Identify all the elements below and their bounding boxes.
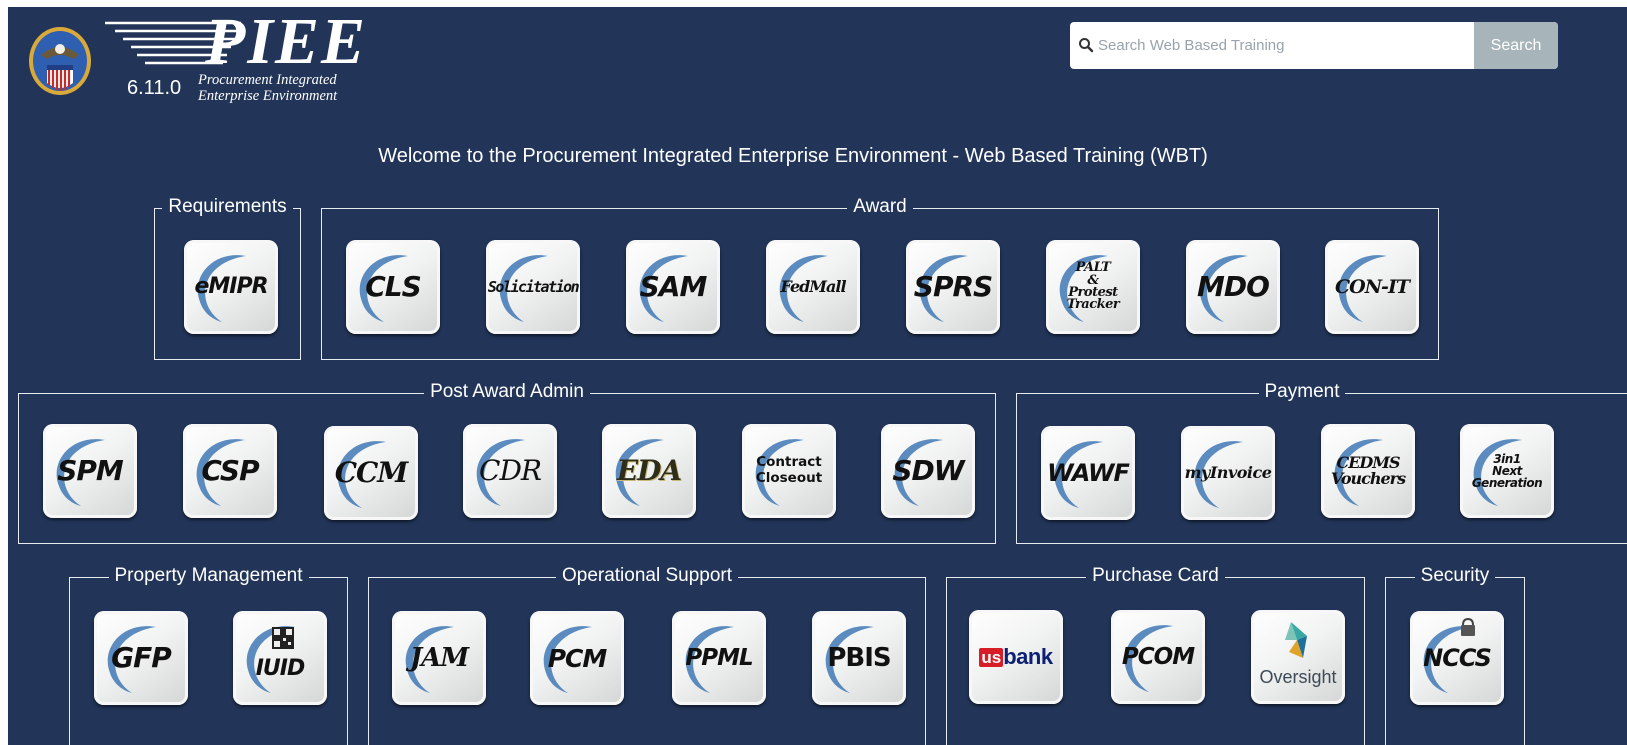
tile-label: 3in1 Next Generation [1471, 452, 1543, 490]
tile-oversight[interactable]: Oversight [1251, 610, 1345, 704]
tile-label: NCCS [1423, 644, 1492, 672]
tile-usbank[interactable]: us bank [969, 610, 1063, 704]
tile-solicitation[interactable]: Solicitation [486, 240, 580, 334]
tile-ccm[interactable]: CCM [324, 426, 418, 520]
tile-label: CCM [334, 456, 409, 489]
tile-jam[interactable]: JAM [392, 611, 486, 705]
tile-eda[interactable]: EDA [602, 424, 696, 518]
tile-3in1-next-generation[interactable]: 3in1 Next Generation [1460, 424, 1554, 518]
tile-pbis[interactable]: PBIS [812, 611, 906, 705]
welcome-heading: Welcome to the Procurement Integrated En… [378, 145, 1208, 167]
tile-label: EDA [616, 454, 682, 487]
section-title: Purchase Card [1086, 565, 1225, 586]
tile-label: CSP [201, 454, 259, 487]
tile-label: PCOM [1121, 643, 1195, 670]
section-title: Property Management [108, 565, 309, 586]
section-title: Payment [1258, 381, 1346, 402]
search-input[interactable] [1098, 22, 1472, 69]
tile-iuid[interactable]: IUID [233, 611, 327, 705]
tile-label: CEDMS Vouchers [1330, 453, 1406, 488]
usbank-bank: bank [1003, 644, 1053, 669]
search-icon [1079, 38, 1094, 53]
piee-logo: PIEE [205, 7, 368, 78]
tile-ppml[interactable]: PPML [672, 611, 766, 705]
tile-pcom[interactable]: PCOM [1111, 610, 1205, 704]
tile-label: SPM [57, 454, 124, 487]
tile-label: SDW [892, 454, 964, 487]
dla-seal-icon [29, 27, 91, 95]
tile-label: Oversight [1259, 667, 1337, 687]
piee-wbt-page: PIEE 6.11.0 Procurement Integrated Enter… [8, 7, 1627, 745]
tile-fedmall[interactable]: FedMall [766, 240, 860, 334]
section-title: Award [847, 196, 913, 217]
tile-label: FedMall [780, 277, 846, 296]
section-title: Operational Support [555, 565, 739, 586]
tile-label: JAM [409, 643, 469, 673]
search-button[interactable]: Search [1474, 22, 1558, 69]
usbank-logo: us bank [969, 610, 1063, 704]
tile-pcm[interactable]: PCM [530, 611, 624, 705]
usbank-us: us [979, 647, 1004, 667]
tile-label: PBIS [827, 643, 891, 673]
tile-myinvoice[interactable]: myInvoice [1181, 426, 1275, 520]
tile-label: CDR [479, 454, 542, 487]
logo-subtitle: Procurement Integrated Enterprise Enviro… [198, 72, 337, 104]
tile-con-it[interactable]: CON-IT [1325, 240, 1419, 334]
tile-cedms-vouchers[interactable]: CEDMS Vouchers [1321, 424, 1415, 518]
tile-label: WAWF [1047, 459, 1130, 487]
logo-subtitle-line-2: Enterprise Environment [198, 88, 338, 104]
tile-label: myInvoice [1184, 463, 1272, 482]
tile-contract-closeout[interactable]: Contract Closeout [742, 424, 836, 518]
tile-cls[interactable]: CLS [346, 240, 440, 334]
logo-subtitle-line-1: Procurement Integrated [198, 72, 337, 88]
section-title: Requirements [162, 196, 293, 217]
tile-nccs[interactable]: NCCS [1410, 611, 1504, 705]
tile-label: GFP [111, 641, 172, 674]
section-title: Post Award Admin [424, 381, 590, 402]
tile-spm[interactable]: SPM [43, 424, 137, 518]
tile-cdr[interactable]: CDR [463, 424, 557, 518]
tile-label: MDO [1197, 270, 1270, 303]
tile-csp[interactable]: CSP [183, 424, 277, 518]
tile-palt-protest-tracker[interactable]: PALT & Protest Tracker [1046, 240, 1140, 334]
tile-mdo[interactable]: MDO [1186, 240, 1280, 334]
search-bar: Search [1070, 22, 1558, 69]
tile-label: PPML [685, 644, 753, 671]
tile-label: eMIPR [194, 274, 268, 299]
tile-label: IUID [255, 656, 306, 681]
tile-label: SPRS [913, 270, 993, 303]
tile-label: CON-IT [1335, 275, 1410, 298]
tile-wawf[interactable]: WAWF [1041, 426, 1135, 520]
tile-label: SAM [639, 270, 708, 303]
tile-gfp[interactable]: GFP [94, 611, 188, 705]
tile-label: PALT & Protest Tracker [1066, 260, 1120, 313]
tile-sam[interactable]: SAM [626, 240, 720, 334]
tile-sprs[interactable]: SPRS [906, 240, 1000, 334]
tile-label: PCM [547, 643, 608, 673]
tile-label: Solicitation [487, 277, 580, 296]
tile-label: CLS [365, 270, 422, 303]
tile-sdw[interactable]: SDW [881, 424, 975, 518]
tile-emipr[interactable]: eMIPR [184, 240, 278, 334]
section-title: Security [1414, 565, 1496, 586]
version-number: 6.11.0 [127, 77, 182, 99]
tile-label: Contract Closeout [755, 454, 823, 486]
